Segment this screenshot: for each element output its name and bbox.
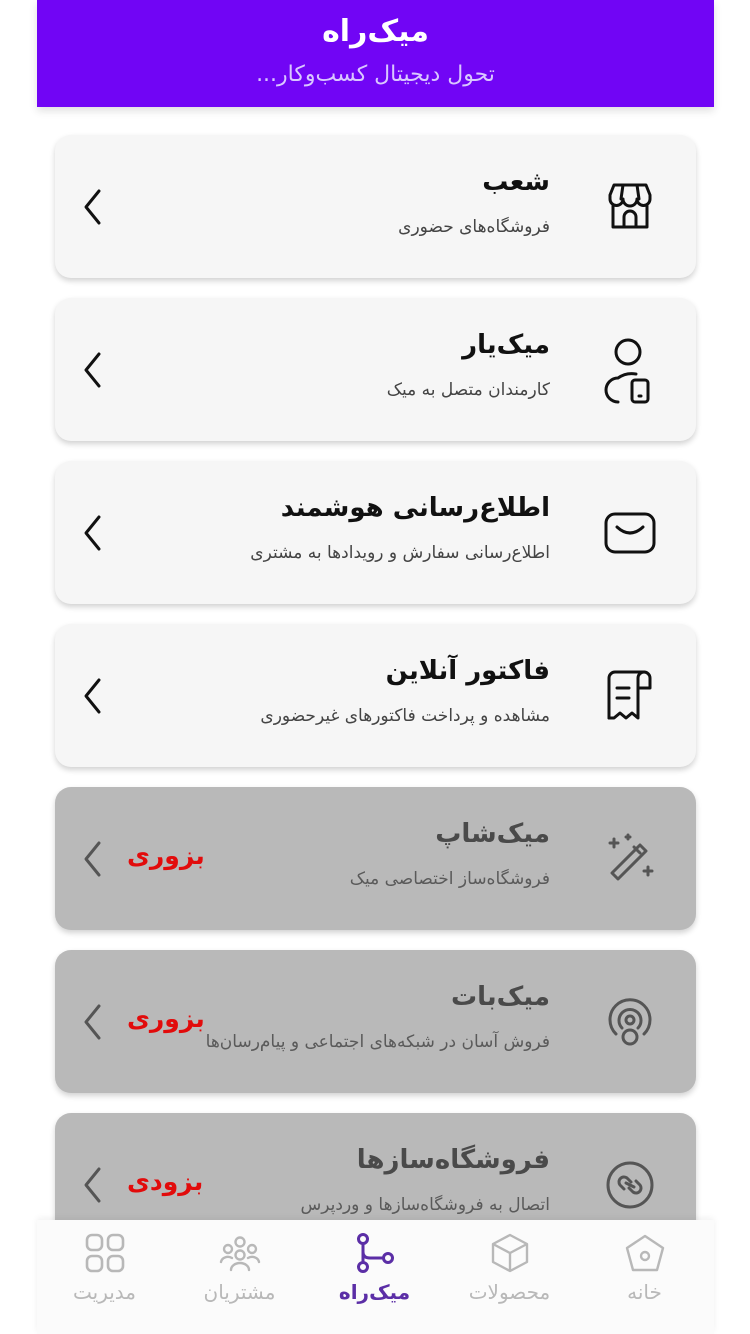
nav-management[interactable]: مدیریت bbox=[37, 1220, 172, 1334]
card-title: فروشگاه‌سازها bbox=[356, 1145, 550, 1175]
card-branches[interactable]: شعب فروشگاه‌های حضوری bbox=[55, 135, 696, 278]
card-subtitle: کارمندان متصل به میک bbox=[386, 380, 550, 400]
coming-soon-badge: بزوری bbox=[127, 841, 205, 870]
card-mik-bot[interactable]: میک‌بات فروش آسان در شبکه‌های اجتماعی و … bbox=[55, 950, 696, 1093]
page-subtitle: تحول دیجیتال کسب‌وکار... bbox=[256, 62, 495, 87]
box-icon bbox=[489, 1232, 531, 1274]
message-icon bbox=[602, 505, 658, 561]
grid-icon bbox=[84, 1232, 126, 1274]
card-subtitle: فروشگاه‌ساز اختصاصی میک bbox=[349, 869, 550, 889]
card-title: میک‌یار bbox=[462, 330, 550, 360]
card-subtitle: فروشگاه‌های حضوری bbox=[398, 217, 550, 237]
chevron-left-icon bbox=[81, 1002, 105, 1042]
coming-soon-badge: بزودی bbox=[127, 1167, 204, 1196]
coming-soon-badge: بزوری bbox=[127, 1004, 205, 1033]
nav-label: خانه bbox=[627, 1280, 662, 1304]
nav-products[interactable]: محصولات bbox=[442, 1220, 577, 1334]
chevron-left-icon bbox=[81, 187, 105, 227]
store-icon bbox=[602, 179, 658, 235]
bottom-navigation: مدیریت مشتریان میک‌راه محصولات bbox=[37, 1220, 714, 1334]
card-subtitle: اطلاع‌رسانی سفارش و رویدادها به مشتری bbox=[250, 543, 550, 563]
card-subtitle: اتصال به فروشگاه‌سازها و وردپرس bbox=[300, 1195, 550, 1215]
customers-icon bbox=[219, 1232, 261, 1274]
invoice-icon bbox=[602, 668, 658, 724]
route-icon bbox=[354, 1232, 396, 1274]
chevron-left-icon bbox=[81, 513, 105, 553]
user-mobile-icon bbox=[602, 336, 658, 406]
chevron-left-icon bbox=[81, 676, 105, 716]
app-header: میک‌راه تحول دیجیتال کسب‌وکار... bbox=[37, 0, 714, 107]
card-smart-notification[interactable]: اطلاع‌رسانی هوشمند اطلاع‌رسانی سفارش و ر… bbox=[55, 461, 696, 604]
nav-label: میک‌راه bbox=[338, 1280, 411, 1304]
card-title: اطلاع‌رسانی هوشمند bbox=[280, 493, 550, 523]
card-title: شعب bbox=[482, 167, 550, 197]
nav-label: محصولات bbox=[468, 1280, 551, 1304]
nav-label: مشتریان bbox=[203, 1280, 276, 1304]
card-mik-yar[interactable]: میک‌یار کارمندان متصل به میک bbox=[55, 298, 696, 441]
card-subtitle: فروش آسان در شبکه‌های اجتماعی و پیام‌رسا… bbox=[205, 1032, 550, 1052]
chevron-left-icon bbox=[81, 1165, 105, 1205]
page-title: میک‌راه bbox=[322, 14, 429, 49]
magic-wand-icon bbox=[602, 831, 658, 887]
nav-mik-rah[interactable]: میک‌راه bbox=[307, 1220, 442, 1334]
nav-label: مدیریت bbox=[72, 1280, 137, 1304]
card-title: میک‌بات bbox=[451, 982, 550, 1012]
card-title: میک‌شاپ bbox=[435, 819, 550, 849]
nav-home[interactable]: خانه bbox=[577, 1220, 712, 1334]
card-subtitle: مشاهده و پرداخت فاکتورهای غیرحضوری bbox=[260, 706, 550, 726]
nav-customers[interactable]: مشتریان bbox=[172, 1220, 307, 1334]
home-icon bbox=[624, 1232, 666, 1274]
bot-signal-icon bbox=[602, 994, 658, 1050]
card-mik-shop[interactable]: میک‌شاپ فروشگاه‌ساز اختصاصی میک بزوری bbox=[55, 787, 696, 930]
chevron-left-icon bbox=[81, 839, 105, 879]
card-online-invoice[interactable]: فاکتور آنلاین مشاهده و پرداخت فاکتورهای … bbox=[55, 624, 696, 767]
link-circle-icon bbox=[602, 1157, 658, 1213]
card-title: فاکتور آنلاین bbox=[385, 656, 550, 686]
chevron-left-icon bbox=[81, 350, 105, 390]
